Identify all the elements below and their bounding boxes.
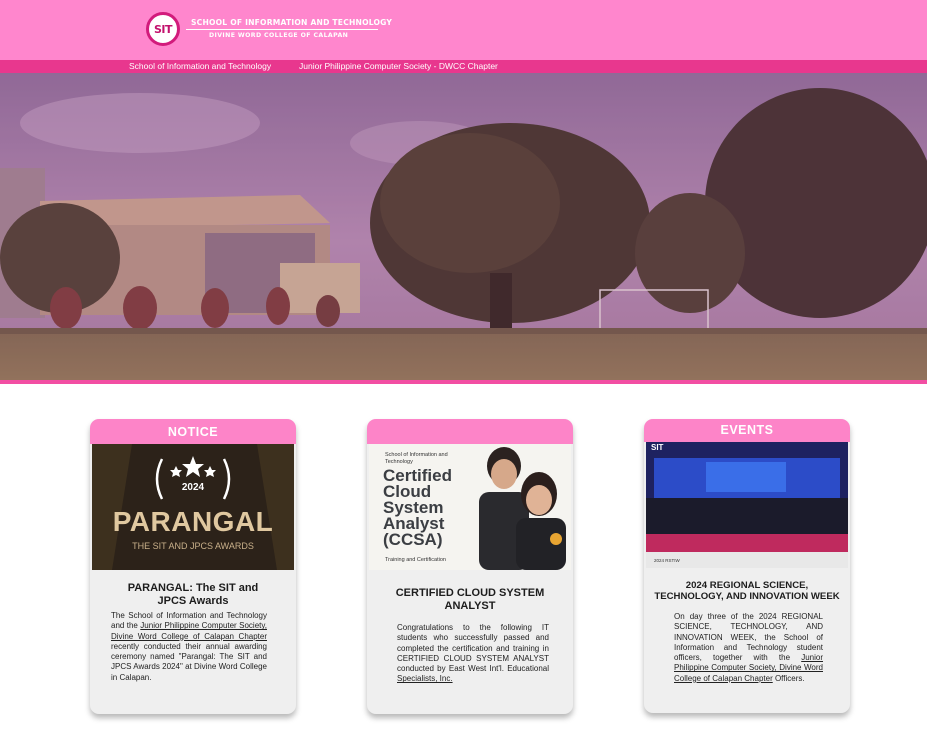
parangal-subline: THE SIT AND JPCS AWARDS bbox=[132, 541, 254, 551]
nav-link-sit[interactable]: School of Information and Technology bbox=[129, 60, 271, 73]
nav-bar: School of Information and Technology Jun… bbox=[0, 60, 927, 73]
notice-card-header: NOTICE bbox=[90, 419, 296, 444]
rstiw-corner-text: 2024 RSTIW bbox=[654, 558, 680, 563]
ccsa-caption: School of Information and Technology bbox=[385, 452, 448, 465]
sit-logo[interactable]: SIT bbox=[146, 12, 180, 46]
notice-body-text-end: recently conducted their annual awarding… bbox=[111, 641, 267, 682]
rstiw-image[interactable]: SIT 2024 RSTIW bbox=[646, 442, 848, 568]
ccsa-footer: Training and Certification bbox=[385, 557, 446, 563]
parangal-year: 2024 bbox=[181, 482, 205, 493]
ccsa-headline-line: (CCSA) bbox=[383, 530, 443, 549]
ccsa-card-body: Congratulations to the following IT stud… bbox=[397, 623, 549, 685]
logo-text: SIT bbox=[153, 22, 173, 36]
site-header: SIT SCHOOL OF INFORMATION AND TECHNOLOGY… bbox=[0, 0, 927, 60]
parangal-headline: PARANGAL bbox=[112, 506, 274, 537]
ccsa-body-link[interactable]: Specialists, Inc. bbox=[397, 674, 453, 683]
nav-link-jpcs[interactable]: Junior Philippine Computer Society - DWC… bbox=[299, 60, 498, 73]
school-name: SCHOOL OF INFORMATION AND TECHNOLOGY bbox=[191, 18, 393, 27]
notice-card-body: The School of Information and Technology… bbox=[111, 611, 267, 683]
brand-divider bbox=[186, 29, 378, 30]
events-card-header: EVENTS bbox=[644, 419, 850, 442]
rstiw-logo: SIT bbox=[651, 443, 664, 452]
hero-campus-image bbox=[0, 73, 927, 380]
hero-bottom-border bbox=[0, 380, 927, 384]
parangal-image[interactable]: 2024 PARANGAL THE SIT AND JPCS AWARDS bbox=[92, 444, 294, 570]
ccsa-card[interactable]: School of Information and Technology Cer… bbox=[367, 419, 573, 714]
ccsa-body-text: Congratulations to the following IT stud… bbox=[397, 623, 549, 674]
ccsa-headline: Certified Cloud System Analyst (CCSA) bbox=[383, 467, 452, 549]
ccsa-students-photo bbox=[479, 447, 566, 570]
events-body-text-end: Officers. bbox=[772, 673, 805, 683]
events-card[interactable]: EVENTS SIT 2024 RSTIW 2024 REGIONAL SCIE… bbox=[644, 419, 850, 713]
notice-card[interactable]: NOTICE 2024 PARANGAL THE SIT AND JPCS AW… bbox=[90, 419, 296, 714]
ccsa-image[interactable]: School of Information and Technology Cer… bbox=[369, 444, 571, 570]
events-card-body: On day three of the 2024 REGIONAL SCIENC… bbox=[674, 612, 823, 684]
brand-block[interactable]: SCHOOL OF INFORMATION AND TECHNOLOGY DIV… bbox=[186, 18, 393, 39]
ccsa-card-header bbox=[367, 419, 573, 444]
college-name: DIVINE WORD COLLEGE OF CALAPAN bbox=[209, 32, 349, 39]
notice-card-title[interactable]: PARANGAL: The SIT and JPCS Awards bbox=[112, 582, 274, 608]
events-card-title[interactable]: 2024 REGIONAL SCIENCE, TECHNOLOGY, AND I… bbox=[650, 580, 844, 602]
ccsa-card-title[interactable]: CERTIFIED CLOUD SYSTEM ANALYST bbox=[389, 587, 551, 613]
